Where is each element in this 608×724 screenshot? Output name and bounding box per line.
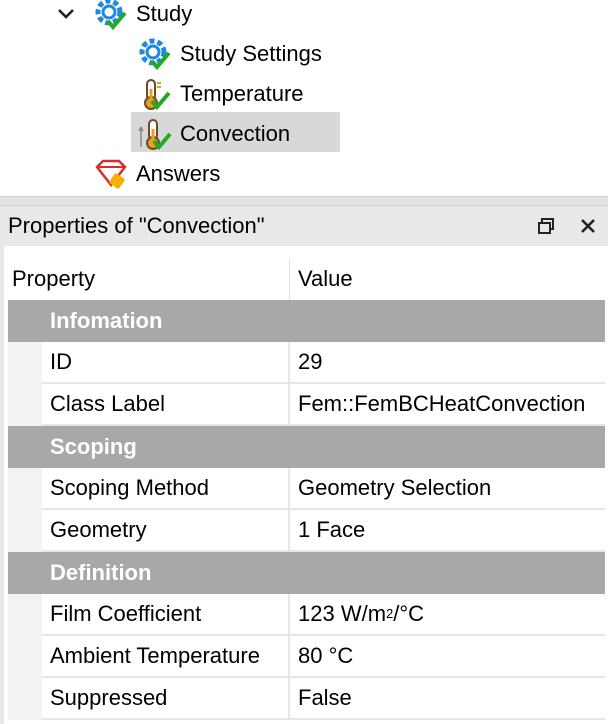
tree-item-convection[interactable]: Convection [138, 114, 290, 154]
tree-item-label: Answers [136, 161, 221, 186]
group-label: Definition [50, 560, 152, 585]
answers-gem-icon [95, 159, 127, 189]
close-icon [581, 219, 595, 233]
property-row-suppressed[interactable]: Suppressed False [8, 678, 605, 720]
close-panel-button[interactable] [576, 214, 600, 238]
property-value[interactable]: 123 W/m 2/°C [290, 594, 605, 636]
property-name: Scoping Method [42, 468, 290, 510]
chevron-down-icon[interactable] [54, 2, 78, 26]
property-name: Film Coefficient [42, 594, 290, 636]
group-header-definition[interactable]: Definition [8, 552, 605, 594]
group-header-scoping[interactable]: Scoping [8, 426, 605, 468]
property-value[interactable]: 80 °C [290, 636, 605, 678]
value-text-suffix: /°C [393, 601, 425, 626]
value-column-header[interactable]: Value [290, 258, 605, 300]
thermometer-check-icon [144, 79, 171, 111]
property-value[interactable]: Fem::FemBCHeatConvection [290, 384, 605, 426]
float-panel-button[interactable] [534, 214, 558, 238]
property-column-header[interactable]: Property [8, 258, 290, 300]
property-name: Class Label [42, 384, 290, 426]
grid-header-row: Property Value [8, 258, 605, 300]
properties-panel-header: Properties of "Convection" [0, 206, 608, 246]
tree-item-label: Study [136, 1, 193, 26]
property-row-film-coefficient[interactable]: Film Coefficient 123 W/m 2/°C [8, 594, 605, 636]
property-row-id[interactable]: ID 29 [8, 342, 605, 384]
panel-title: Properties of "Convection" [8, 213, 265, 238]
property-name: Suppressed [42, 678, 290, 720]
property-grid: Property Value Infomation ID 29 Class La… [0, 246, 608, 724]
restore-window-icon [538, 218, 554, 234]
group-header-infomation[interactable]: Infomation [8, 300, 605, 342]
property-row-geometry[interactable]: Geometry 1 Face [8, 510, 605, 552]
tree-item-label: Convection [180, 121, 291, 146]
convection-check-icon [138, 119, 172, 151]
tree-view: Study Study Settings Temperature Convect… [0, 0, 608, 196]
value-text: 123 W/m [298, 601, 387, 626]
panel-splitter[interactable] [0, 196, 608, 206]
property-value[interactable]: 29 [290, 342, 605, 384]
tree-item-label: Temperature [180, 81, 304, 106]
tree-item-temperature[interactable]: Temperature [138, 74, 304, 114]
study-gear-icon [95, 0, 127, 31]
property-name: ID [42, 342, 290, 384]
property-row-class-label[interactable]: Class Label Fem::FemBCHeatConvection [8, 384, 605, 426]
tree-item-study-settings[interactable]: Study Settings [138, 34, 322, 74]
property-value[interactable]: False [290, 678, 605, 720]
group-label: Infomation [50, 308, 163, 333]
tree-item-study[interactable]: Study [94, 0, 192, 34]
gear-check-icon [139, 38, 171, 71]
property-row-ambient-temperature[interactable]: Ambient Temperature 80 °C [8, 636, 605, 678]
property-name: Geometry [42, 510, 290, 552]
property-name: Ambient Temperature [42, 636, 290, 678]
property-value[interactable]: 1 Face [290, 510, 605, 552]
tree-item-answers[interactable]: Answers [94, 154, 220, 194]
group-label: Scoping [50, 434, 137, 459]
property-value[interactable]: Geometry Selection [290, 468, 605, 510]
tree-item-label: Study Settings [180, 41, 322, 66]
property-row-scoping-method[interactable]: Scoping Method Geometry Selection [8, 468, 605, 510]
